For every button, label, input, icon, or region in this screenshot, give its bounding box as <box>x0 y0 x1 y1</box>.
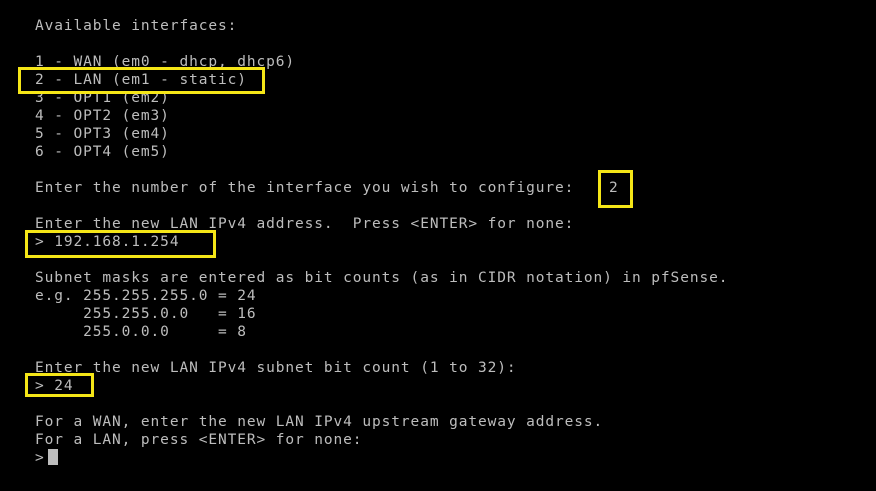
terminal-screen[interactable]: Available interfaces: 1 - WAN (em0 - dhc… <box>0 0 876 491</box>
interfaces-header: Available interfaces: <box>35 18 238 34</box>
highlight-interface-answer <box>598 170 633 208</box>
interface-option-6: 6 - OPT4 (em5) <box>35 144 170 160</box>
subnet-info-line-1: Subnet masks are entered as bit counts (… <box>35 270 729 286</box>
subnet-info-line-4: 255.0.0.0 = 8 <box>35 324 247 340</box>
gateway-prompt-line-1: For a WAN, enter the new LAN IPv4 upstre… <box>35 414 604 430</box>
input-prompt: > <box>35 450 45 466</box>
input-line[interactable]: > <box>35 449 58 467</box>
subnet-info-line-3: 255.255.0.0 = 16 <box>35 306 257 322</box>
highlight-ip-answer <box>25 230 216 258</box>
bitcount-prompt: Enter the new LAN IPv4 subnet bit count … <box>35 360 517 376</box>
interface-option-4: 4 - OPT2 (em3) <box>35 108 170 124</box>
gateway-prompt-line-2: For a LAN, press <ENTER> for none: <box>35 432 363 448</box>
subnet-info-line-2: e.g. 255.255.255.0 = 24 <box>35 288 257 304</box>
highlight-lan-interface <box>18 67 265 94</box>
text-cursor <box>47 449 58 465</box>
highlight-bitcount-answer <box>25 373 94 397</box>
interface-prompt: Enter the number of the interface you wi… <box>35 180 575 196</box>
interface-option-5: 5 - OPT3 (em4) <box>35 126 170 142</box>
